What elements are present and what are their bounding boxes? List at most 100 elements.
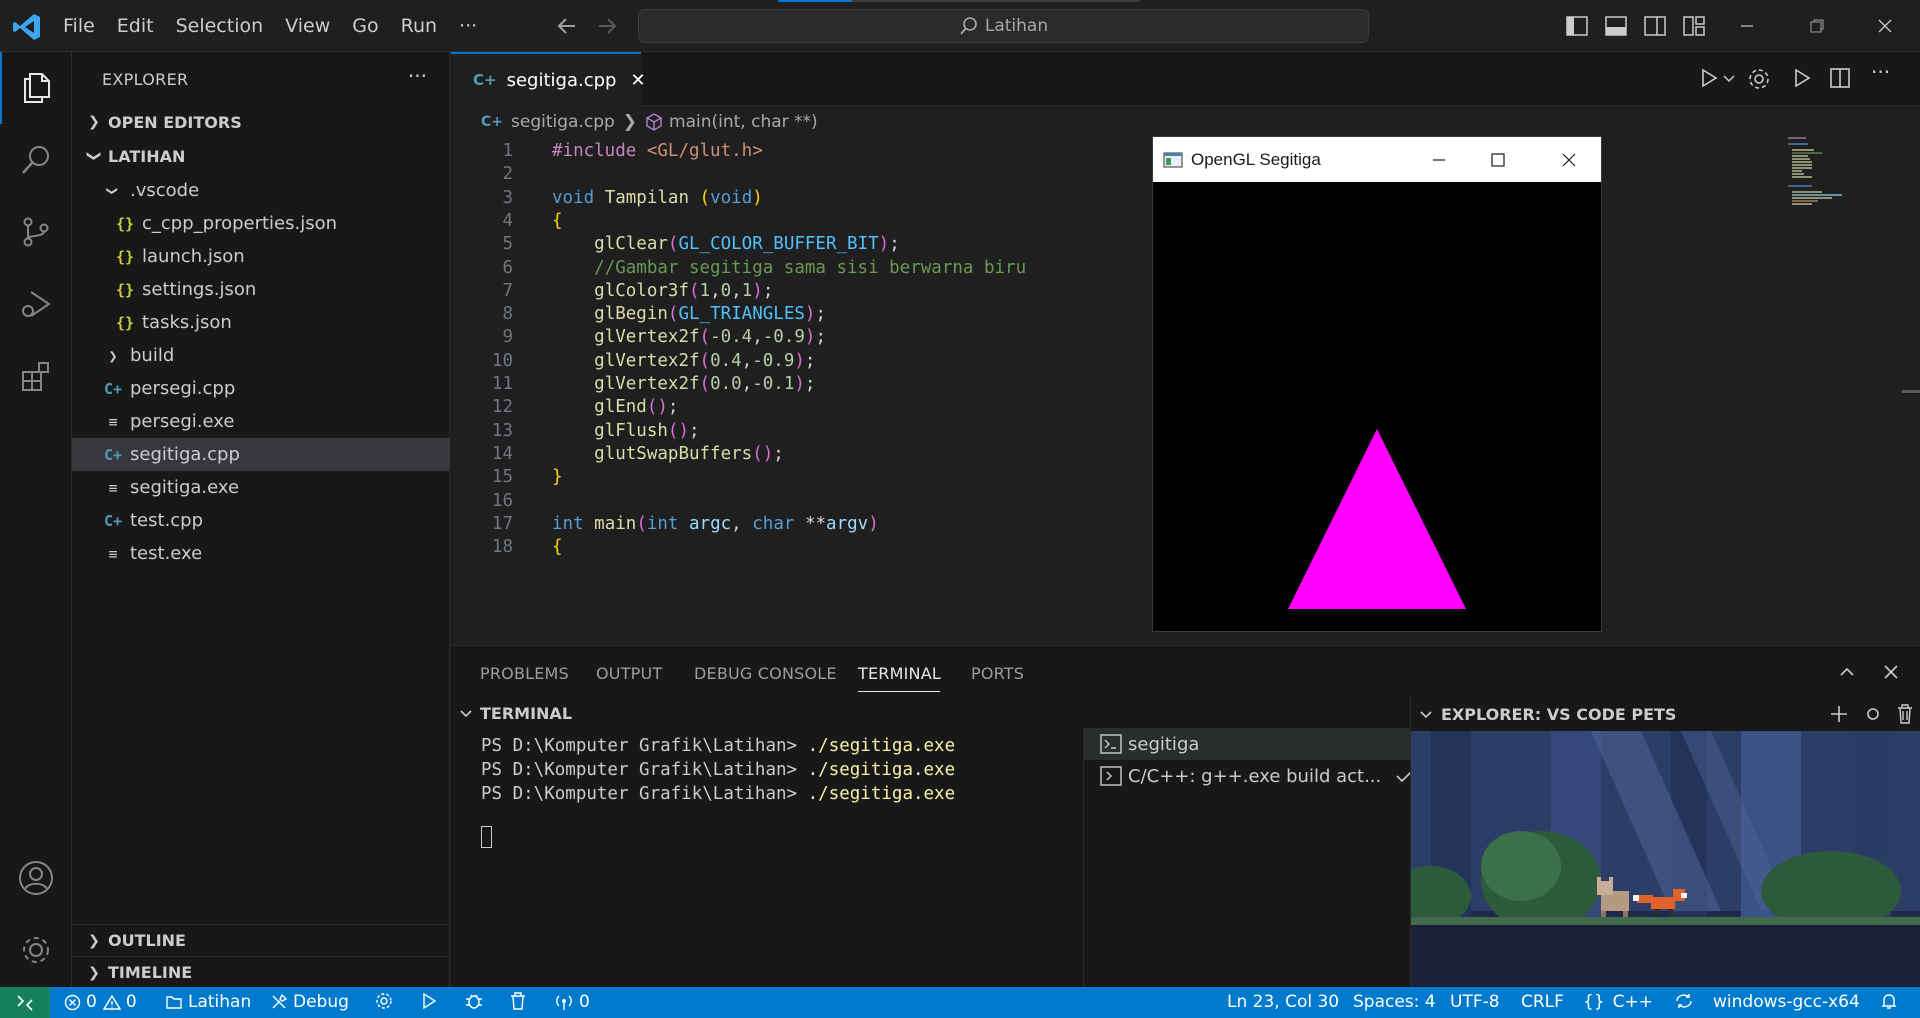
cursor-position[interactable]: Ln 23, Col 30 [1227, 992, 1339, 1012]
add-pet-icon[interactable] [1829, 704, 1849, 724]
terminal-output[interactable]: PS D:\Komputer Grafik\Latihan> ./segitig… [451, 728, 1083, 988]
notifications[interactable] [1880, 992, 1903, 1010]
opengl-canvas [1153, 182, 1601, 631]
encoding[interactable]: UTF-8 [1450, 992, 1500, 1012]
tab-problems[interactable]: PROBLEMS [480, 664, 569, 683]
tree-item[interactable]: ≡ segitiga.exe [72, 471, 450, 504]
activity-search[interactable] [0, 124, 72, 196]
menu-view[interactable]: View [274, 15, 341, 37]
restore-button[interactable] [1782, 0, 1852, 52]
menu-file[interactable]: File [52, 15, 106, 37]
forward-arrow-icon[interactable] [595, 15, 619, 37]
tab-ports[interactable]: PORTS [971, 664, 1024, 683]
close-tab-icon[interactable]: ✕ [630, 70, 645, 91]
debug-label: Debug [293, 992, 349, 1012]
menu-go[interactable]: Go [341, 15, 389, 37]
folder-status[interactable]: Latihan [165, 992, 251, 1012]
minimap[interactable] [1780, 137, 1920, 645]
extensions-icon [22, 362, 49, 391]
tree-item[interactable]: ❯ .vscode [72, 174, 450, 207]
run-icon[interactable] [1791, 67, 1813, 89]
tree-item[interactable]: ❯ build [72, 339, 450, 372]
run-status[interactable] [421, 992, 442, 1010]
sidebar-more-actions[interactable]: ··· [408, 64, 427, 88]
cpp-icon: C+ [103, 445, 123, 464]
trash-icon[interactable] [1895, 703, 1915, 725]
close-window-button[interactable] [1850, 0, 1920, 52]
problems-status[interactable]: 0 0 [64, 992, 137, 1012]
activity-run-debug[interactable] [0, 268, 72, 340]
toggle-secondary-sidebar-icon[interactable] [1643, 14, 1667, 38]
toggle-panel-icon[interactable] [1604, 14, 1628, 38]
throw-ball-icon[interactable] [1865, 706, 1881, 722]
title-accent-bar [778, 0, 852, 2]
opengl-window[interactable]: OpenGL Segitiga [1152, 136, 1602, 632]
tab-terminal[interactable]: TERMINAL [858, 664, 941, 683]
tree-item[interactable]: C+ test.cpp [72, 504, 450, 537]
tree-item[interactable]: C+ segitiga.cpp [72, 438, 450, 471]
opengl-maximize-button[interactable] [1468, 137, 1528, 182]
debug-status[interactable]: Debug [270, 992, 349, 1012]
end-of-line[interactable]: CRLF [1521, 992, 1564, 1012]
activity-accounts[interactable] [0, 842, 72, 914]
pets-header[interactable]: EXPLORER: VS CODE PETS [1411, 697, 1920, 731]
remote-indicator[interactable] [0, 987, 50, 1018]
vscode-logo-icon[interactable] [12, 12, 42, 42]
gear-icon[interactable] [1747, 67, 1771, 91]
bell-icon [1881, 994, 1897, 1009]
sync-status[interactable] [1674, 992, 1699, 1010]
close-panel-icon[interactable] [1882, 663, 1900, 681]
breadcrumb-symbol[interactable]: main(int, char **) [669, 112, 818, 132]
tree-item[interactable]: {} launch.json [72, 240, 450, 273]
cpp-configuration[interactable]: windows-gcc-x64 [1713, 992, 1860, 1012]
breadcrumb-file[interactable]: segitiga.cpp [511, 112, 615, 132]
opengl-title-bar[interactable]: OpenGL Segitiga [1153, 137, 1601, 182]
language-mode[interactable]: {} C++ [1583, 992, 1653, 1012]
activity-manage[interactable] [0, 914, 72, 986]
timeline-section[interactable]: ❯ TIMELINE [72, 956, 450, 988]
cmake-settings-status[interactable] [375, 992, 398, 1010]
split-editor-icon[interactable] [1829, 67, 1851, 89]
maximize-panel-icon[interactable] [1838, 663, 1856, 681]
tab-output[interactable]: OUTPUT [596, 664, 662, 683]
outline-section[interactable]: ❯ OUTLINE [72, 924, 450, 956]
menu-more[interactable]: ··· [448, 15, 488, 37]
editor-more-icon[interactable]: ··· [1871, 60, 1890, 84]
tree-item[interactable]: C+ persegi.cpp [72, 372, 450, 405]
ports-status[interactable]: 0 [554, 992, 590, 1012]
opengl-minimize-button[interactable] [1409, 137, 1469, 182]
menu-edit[interactable]: Edit [106, 15, 165, 37]
menu-selection[interactable]: Selection [165, 15, 275, 37]
run-file-icon[interactable] [1698, 67, 1720, 89]
tree-item[interactable]: ≡ test.exe [72, 537, 450, 570]
menu-run[interactable]: Run [390, 15, 448, 37]
back-arrow-icon[interactable] [555, 15, 579, 37]
terminal-tab-build[interactable]: C/C++: g++.exe build act... [1084, 760, 1414, 792]
tree-item[interactable]: {} c_cpp_properties.json [72, 207, 450, 240]
clean-status[interactable] [510, 992, 531, 1010]
debug-run-status[interactable] [465, 992, 488, 1010]
workspace-section[interactable]: ❯ LATIHAN [72, 140, 450, 172]
pets-forest-scene [1411, 731, 1920, 987]
tree-item[interactable]: {} settings.json [72, 273, 450, 306]
toggle-primary-sidebar-icon[interactable] [1565, 14, 1589, 38]
tree-item[interactable]: {} tasks.json [72, 306, 450, 339]
chevron-down-icon[interactable] [1723, 74, 1735, 84]
minimize-button[interactable] [1712, 0, 1782, 52]
line-number: 15 [491, 467, 513, 488]
tree-item-label: settings.json [142, 279, 257, 300]
customize-layout-icon[interactable] [1682, 14, 1706, 38]
indentation[interactable]: Spaces: 4 [1353, 992, 1436, 1012]
command-center-search[interactable]: Latihan [638, 9, 1369, 43]
title-accent-bar-secondary [852, 0, 1140, 2]
activity-source-control[interactable] [0, 196, 72, 268]
activity-explorer[interactable] [0, 52, 72, 124]
terminal-tab-segitiga[interactable]: segitiga [1084, 728, 1410, 760]
tree-item[interactable]: ≡ persegi.exe [72, 405, 450, 438]
activity-extensions[interactable] [0, 340, 72, 412]
tab-segitiga-cpp[interactable]: C+ segitiga.cpp ✕ [451, 52, 646, 106]
tab-debug-console[interactable]: DEBUG CONSOLE [694, 664, 837, 683]
opengl-close-button[interactable] [1539, 137, 1599, 182]
open-editors-section[interactable]: ❯ OPEN EDITORS [72, 106, 450, 138]
editor-scroll-indicator[interactable] [1902, 390, 1920, 393]
